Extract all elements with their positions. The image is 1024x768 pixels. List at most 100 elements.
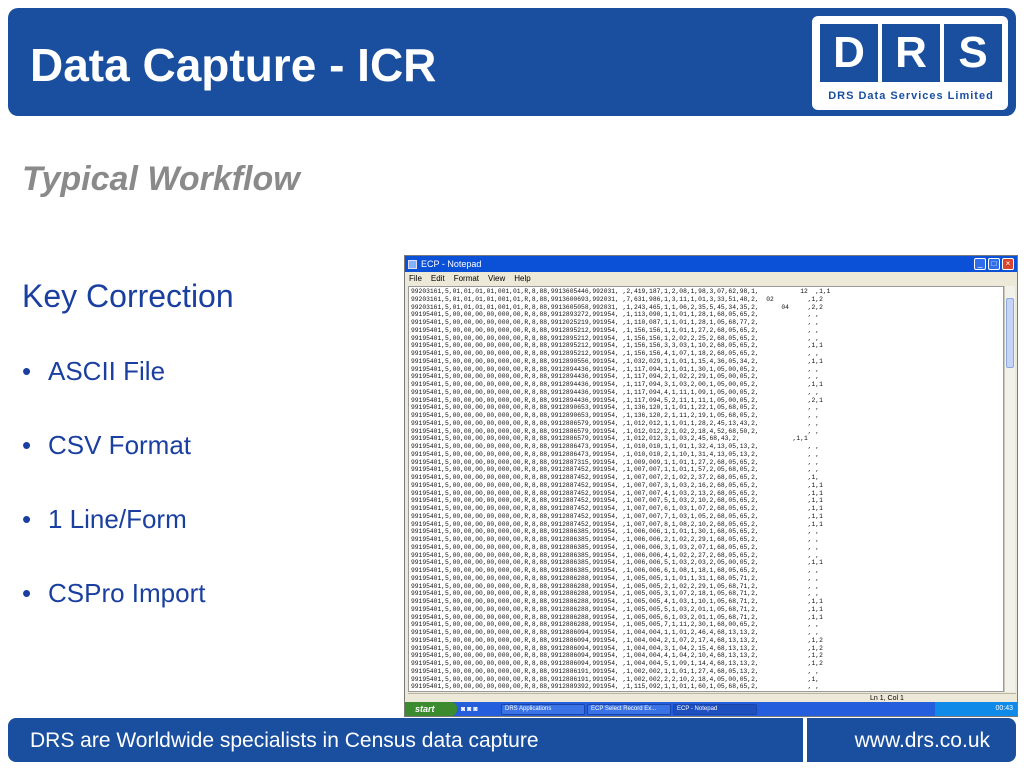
notepad-line: 99195401,5,00,00,00,00,000,00,R,8,88,991…	[411, 350, 820, 357]
notepad-line: 99195401,5,00,00,00,00,000,00,R,8,88,991…	[411, 667, 820, 675]
notepad-line: 99195401,5,00,00,00,00,000,00,R,8,88,991…	[411, 505, 823, 512]
notepad-line: 99195401,5,00,00,00,00,000,00,R,8,88,991…	[411, 334, 820, 342]
slide-title: Data Capture - ICR	[30, 39, 437, 91]
start-button[interactable]: start	[405, 702, 457, 716]
window-controls: _ □ ×	[974, 258, 1014, 270]
notepad-line: 99195401,5,00,00,00,00,000,00,R,8,88,991…	[411, 497, 823, 505]
close-icon[interactable]: ×	[1002, 258, 1014, 270]
notepad-title: ECP - Notepad	[421, 259, 482, 269]
notepad-line: 99195401,5,00,00,00,00,000,00,R,8,88,991…	[411, 590, 820, 598]
notepad-line: 99195401,5,00,00,00,00,000,00,R,8,88,991…	[411, 381, 823, 388]
bullet-text: CSPro Import	[48, 578, 206, 608]
bullet-dot: •	[22, 356, 32, 386]
bullet-dot: •	[22, 504, 32, 534]
logo-letter-r: R	[882, 24, 940, 82]
notepad-screenshot: ECP - Notepad _ □ × File Edit Format Vie…	[404, 255, 1018, 717]
notepad-line: 99195401,5,00,00,00,00,000,00,R,8,88,991…	[411, 412, 820, 419]
bullet-text: ASCII File	[48, 356, 166, 386]
notepad-line: 99195401,5,00,00,00,00,000,00,R,8,88,991…	[411, 365, 820, 373]
footer-url-box: www.drs.co.uk	[807, 718, 1016, 762]
bullet-text: 1 Line/Form	[48, 504, 187, 534]
notepad-line: 99195401,5,00,00,00,00,000,00,R,8,88,991…	[411, 543, 820, 551]
logo-letters: D R S	[820, 24, 1002, 82]
notepad-line: 99195401,5,00,00,00,00,000,00,R,8,88,991…	[411, 311, 820, 319]
notepad-line: 99195401,5,00,00,00,00,000,00,R,8,88,991…	[411, 675, 820, 683]
footer-tagline: DRS are Worldwide specialists in Census …	[30, 729, 539, 752]
notepad-line: 99195401,5,00,00,00,00,000,00,R,8,88,991…	[411, 660, 823, 667]
notepad-line: 99195401,5,00,00,00,00,000,00,R,8,88,991…	[411, 458, 820, 466]
notepad-line: 99195401,5,00,00,00,00,000,00,R,8,88,991…	[411, 528, 820, 536]
notepad-line: 99195401,5,00,00,00,00,000,00,R,8,88,991…	[411, 373, 820, 381]
menu-file[interactable]: File	[409, 274, 422, 283]
notepad-text-area[interactable]: 99203161,5,01,01,01,01,001,01,R,8,88,991…	[408, 286, 1004, 692]
maximize-icon[interactable]: □	[988, 258, 1000, 270]
bullet-item: • 1 Line/Form	[22, 504, 206, 578]
bullet-list: • ASCII File • CSV Format • 1 Line/Form • CS…	[22, 356, 206, 652]
notepad-line: 99195401,5,00,00,00,00,000,00,R,8,88,991…	[411, 443, 820, 450]
scrollbar-thumb[interactable]	[1006, 298, 1014, 368]
notepad-line: 99195401,5,00,00,00,00,000,00,R,8,88,991…	[411, 644, 823, 652]
system-tray: 00:43	[935, 702, 1017, 716]
notepad-titlebar[interactable]: ECP - Notepad _ □ ×	[405, 256, 1017, 272]
bullet-dot: •	[22, 578, 32, 608]
notepad-line: 99195401,5,00,00,00,00,000,00,R,8,88,991…	[411, 551, 820, 559]
notepad-line: 99195401,5,00,00,00,00,000,00,R,8,88,991…	[411, 629, 820, 636]
footer-url[interactable]: www.drs.co.uk	[855, 729, 990, 753]
notepad-line: 99195401,5,00,00,00,00,000,00,R,8,88,991…	[411, 567, 820, 574]
notepad-line: 99203161,5,01,01,01,01,001,01,R,8,88,991…	[411, 288, 831, 295]
notepad-line: 99195401,5,00,00,00,00,000,00,R,8,88,991…	[411, 319, 820, 326]
notepad-line: 99195401,5,00,00,00,00,000,00,R,8,88,991…	[411, 388, 820, 396]
menu-edit[interactable]: Edit	[431, 274, 445, 283]
windows-taskbar: start ◙ ◙ ◙ DRS Applications ECP Select …	[405, 702, 1017, 716]
notepad-line: 99195401,5,00,00,00,00,000,00,R,8,88,991…	[411, 342, 823, 350]
notepad-line: 99195401,5,00,00,00,00,000,00,R,8,88,991…	[411, 474, 820, 481]
footer-banner: DRS are Worldwide specialists in Census …	[8, 718, 803, 762]
quick-launch-icons[interactable]: ◙ ◙ ◙	[457, 706, 501, 713]
notepad-line: 99195401,5,00,00,00,00,000,00,R,8,88,991…	[411, 636, 823, 644]
notepad-line: 99195401,5,00,00,00,00,000,00,R,8,88,991…	[411, 520, 823, 528]
notepad-line: 99195401,5,00,00,00,00,000,00,R,8,88,991…	[411, 466, 820, 474]
notepad-line: 99195401,5,00,00,00,00,000,00,R,8,88,991…	[411, 691, 1001, 692]
taskbar-item-notepad[interactable]: ECP - Notepad	[673, 703, 757, 715]
notepad-line: 99195401,5,00,00,00,00,000,00,R,8,88,991…	[411, 357, 823, 365]
notepad-line: 99195401,5,00,00,00,00,000,00,R,8,88,991…	[411, 326, 820, 334]
notepad-line: 99195401,5,00,00,00,00,000,00,R,8,88,991…	[411, 613, 823, 621]
notepad-line: 99195401,5,00,00,00,00,000,00,R,8,88,991…	[411, 512, 823, 520]
notepad-line: 99203161,5,01,01,01,01,001,01,R,8,88,991…	[411, 303, 823, 311]
section-heading: Key Correction	[22, 278, 234, 314]
notepad-line: 99195401,5,00,00,00,00,000,00,R,8,88,991…	[411, 574, 820, 582]
notepad-line: 99195401,5,00,00,00,00,000,00,R,8,88,991…	[411, 481, 823, 489]
notepad-line: 99195401,5,00,00,00,00,000,00,R,8,88,991…	[411, 683, 820, 691]
notepad-line: 99195401,5,00,00,00,00,000,00,R,8,88,991…	[411, 450, 820, 458]
bullet-text: CSV Format	[48, 430, 192, 460]
notepad-line: 99195401,5,00,00,00,00,000,00,R,8,88,991…	[411, 489, 823, 497]
bullet-item: • CSPro Import	[22, 578, 206, 652]
notepad-line: 99195401,5,00,00,00,00,000,00,R,8,88,991…	[411, 427, 820, 435]
notepad-line: 99195401,5,00,00,00,00,000,00,R,8,88,991…	[411, 404, 820, 412]
menu-help[interactable]: Help	[514, 274, 530, 283]
bullet-dot: •	[22, 430, 32, 460]
logo-tagline: DRS Data Services Limited	[828, 90, 994, 102]
cursor-position: Ln 1, Col 1	[870, 695, 904, 702]
notepad-line: 99195401,5,00,00,00,00,000,00,R,8,88,991…	[411, 605, 823, 613]
notepad-line: 99195401,5,00,00,00,00,000,00,R,8,88,991…	[411, 621, 820, 629]
notepad-line: 99203161,5,01,01,01,01,001,01,R,8,88,991…	[411, 295, 823, 303]
bullet-item: • CSV Format	[22, 430, 206, 504]
taskbar-item-drs-applications[interactable]: DRS Applications	[501, 703, 585, 715]
notepad-line: 99195401,5,00,00,00,00,000,00,R,8,88,991…	[411, 435, 808, 443]
bullet-item: • ASCII File	[22, 356, 206, 430]
minimize-icon[interactable]: _	[974, 258, 986, 270]
notepad-line: 99195401,5,00,00,00,00,000,00,R,8,88,991…	[411, 598, 823, 605]
notepad-line: 99195401,5,00,00,00,00,000,00,R,8,88,991…	[411, 652, 823, 660]
notepad-line: 99195401,5,00,00,00,00,000,00,R,8,88,991…	[411, 536, 820, 543]
menu-format[interactable]: Format	[454, 274, 479, 283]
vertical-scrollbar[interactable]	[1004, 286, 1015, 692]
drs-logo: D R S DRS Data Services Limited	[812, 16, 1008, 110]
clock: 00:43	[995, 705, 1013, 712]
title-banner: Data Capture - ICR D R S DRS Data Servic…	[8, 8, 1016, 116]
taskbar-item-ecp-select[interactable]: ECP Select Record Ex...	[587, 703, 671, 715]
menu-view[interactable]: View	[488, 274, 505, 283]
notepad-line: 99195401,5,00,00,00,00,000,00,R,8,88,991…	[411, 559, 823, 567]
logo-letter-s: S	[944, 24, 1002, 82]
notepad-icon	[408, 259, 417, 269]
